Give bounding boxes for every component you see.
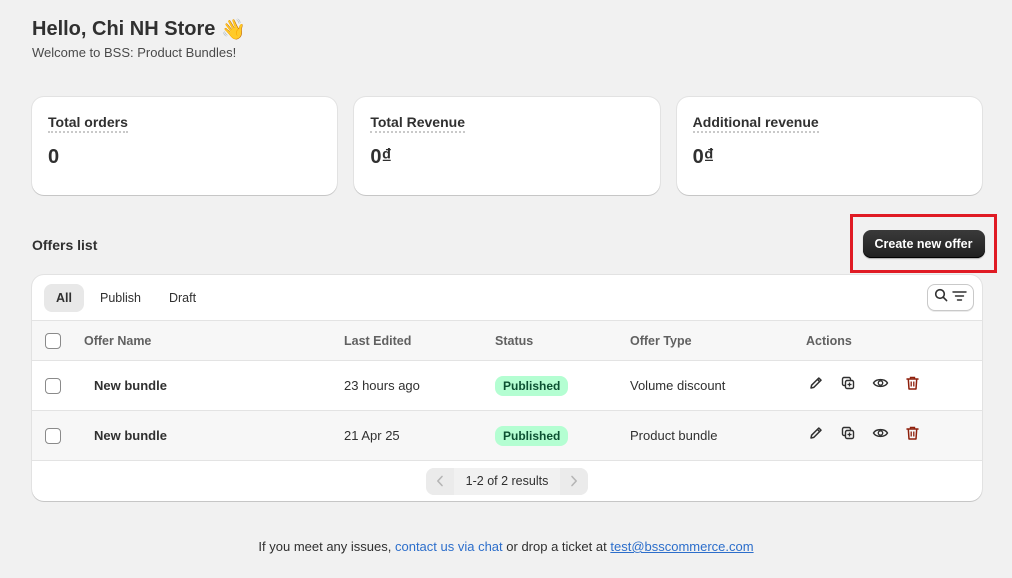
previous-page-button[interactable] <box>425 467 454 495</box>
delete-trash-icon[interactable] <box>903 424 921 442</box>
create-new-offer-button[interactable]: Create new offer <box>862 229 985 258</box>
table-header: Offer Name Last Edited Status Offer Type… <box>32 320 982 361</box>
tab-all[interactable]: All <box>44 283 84 312</box>
footer-help: If you meet any issues, contact us via c… <box>0 539 1012 554</box>
chevron-left-icon <box>436 475 443 487</box>
row-checkbox[interactable] <box>45 427 61 444</box>
next-page-button[interactable] <box>560 467 589 495</box>
search-filter-button[interactable] <box>927 284 974 311</box>
stat-value: 0 <box>48 146 60 168</box>
column-offer-type: Offer Type <box>630 333 692 348</box>
offer-type: Volume discount <box>630 378 726 393</box>
footer-prefix: If you meet any issues, <box>258 539 392 554</box>
offer-name[interactable]: New bundle <box>94 411 167 460</box>
stat-label[interactable]: Total Revenue <box>370 114 465 133</box>
filter-icon <box>952 289 967 307</box>
pagination-text: 1-2 of 2 results <box>453 467 561 495</box>
offers-table-card: All Publish Draft Offer Name Last Edited… <box>32 275 982 501</box>
stat-card-total-revenue: Total Revenue 0₫ <box>354 97 660 195</box>
last-edited: 21 Apr 25 <box>344 428 400 443</box>
create-offer-highlight: Create new offer <box>850 214 997 273</box>
search-icon <box>934 288 948 307</box>
support-email-link[interactable]: test@bsscommerce.com <box>610 539 753 554</box>
offer-type: Product bundle <box>630 428 718 443</box>
duplicate-icon[interactable] <box>839 424 857 442</box>
delete-trash-icon[interactable] <box>903 374 921 392</box>
table-row[interactable]: New bundle 21 Apr 25 Published Product b… <box>32 411 982 461</box>
column-status: Status <box>495 333 534 348</box>
edit-pencil-icon[interactable] <box>807 424 825 442</box>
stat-label[interactable]: Additional revenue <box>692 114 819 133</box>
row-actions <box>807 408 921 457</box>
status-badge: Published <box>495 425 569 446</box>
pagination: 1-2 of 2 results <box>32 461 982 501</box>
footer-middle: or drop a ticket at <box>506 539 607 554</box>
stat-label[interactable]: Total orders <box>48 114 128 133</box>
stat-value: 0₫ <box>692 146 715 168</box>
row-checkbox[interactable] <box>45 377 61 394</box>
chevron-right-icon <box>571 475 578 487</box>
column-last-edited: Last Edited <box>344 333 412 348</box>
greeting-text: Hello, Chi NH Store <box>32 17 216 40</box>
waving-hand-icon: 👋 <box>221 18 247 41</box>
preview-eye-icon[interactable] <box>871 374 889 392</box>
preview-eye-icon[interactable] <box>871 424 889 442</box>
contact-chat-link[interactable]: contact us via chat <box>395 539 503 554</box>
welcome-subtitle: Welcome to BSS: Product Bundles! <box>32 45 237 60</box>
duplicate-icon[interactable] <box>839 374 857 392</box>
stat-card-additional-revenue: Additional revenue 0₫ <box>676 97 982 195</box>
column-actions: Actions <box>806 333 852 348</box>
table-row[interactable]: New bundle 23 hours ago Published Volume… <box>32 361 982 411</box>
stats-row: Total orders 0 Total Revenue 0₫ Addition… <box>32 97 982 195</box>
offers-list-title: Offers list <box>32 237 98 253</box>
stat-value: 0₫ <box>370 146 392 168</box>
pager: 1-2 of 2 results <box>425 467 589 495</box>
page-title: Hello, Chi NH Store 👋 <box>32 16 246 42</box>
offer-name[interactable]: New bundle <box>94 361 167 410</box>
last-edited: 23 hours ago <box>344 378 420 393</box>
filter-tabs: All Publish Draft <box>32 275 982 320</box>
status-badge: Published <box>495 375 569 396</box>
select-all-checkbox[interactable] <box>45 332 61 349</box>
tab-publish[interactable]: Publish <box>88 284 153 312</box>
stat-card-total-orders: Total orders 0 <box>32 97 338 195</box>
page-header: Hello, Chi NH Store 👋 Welcome to BSS: Pr… <box>32 16 246 61</box>
edit-pencil-icon[interactable] <box>807 374 825 392</box>
row-actions <box>807 358 921 407</box>
column-offer-name: Offer Name <box>84 333 152 348</box>
tab-draft[interactable]: Draft <box>157 284 208 312</box>
